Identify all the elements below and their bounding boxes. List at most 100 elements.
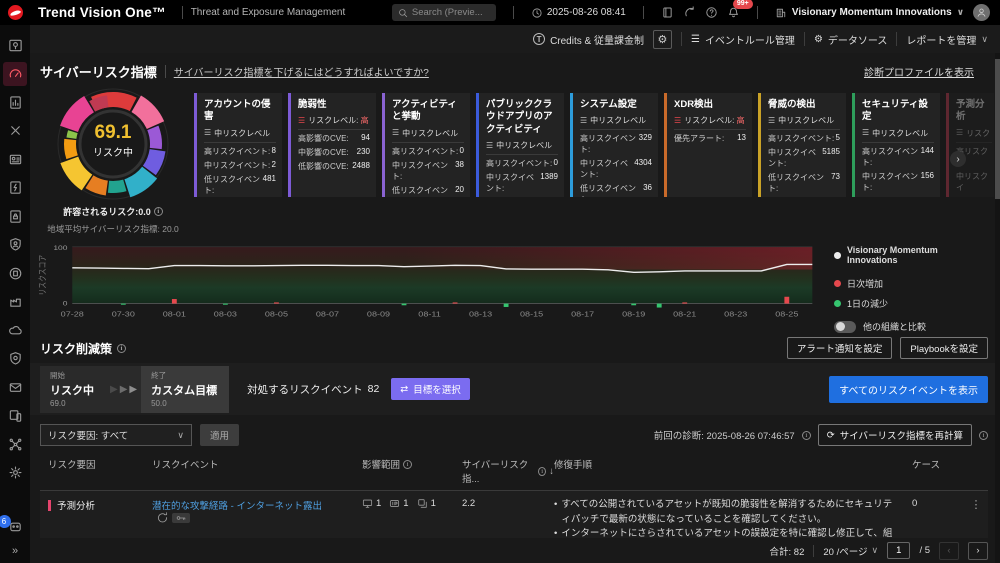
lower-risk-help-link[interactable]: サイバーリスク指標を下げるにはどうすればよいですか? xyxy=(174,64,429,79)
playbook-settings-button[interactable]: Playbookを設定 xyxy=(900,337,988,359)
credits-settings-button[interactable]: ⚙ xyxy=(653,30,672,49)
card-system-configuration[interactable]: システム設定 ☰中リスクレベル 高リスクイベント:329 中リスクイベント:43… xyxy=(570,93,658,197)
mesh-nodes-icon xyxy=(8,437,23,452)
nav-endpoint-security[interactable] xyxy=(3,347,27,371)
refresh-icon: ⟳ xyxy=(827,430,835,441)
risk-event-link[interactable]: 潜在的な攻撃経路 - インターネット露出 xyxy=(152,501,322,512)
factor-color-bar xyxy=(48,500,51,511)
attack-path-icon[interactable] xyxy=(157,512,168,523)
card-activity-behavior[interactable]: アクティビティと挙動 ☰中リスクレベル 高リスクイベント:0 中リスクイベント:… xyxy=(382,93,470,197)
nav-network[interactable] xyxy=(3,261,27,285)
help-icon xyxy=(705,6,718,19)
recalculate-button[interactable]: ⟳ サイバーリスク指標を再計算 xyxy=(818,424,972,446)
brand-title: Trend Vision One™ xyxy=(38,5,166,20)
alert-settings-button[interactable]: アラート通知を設定 xyxy=(787,337,893,359)
nav-service-mesh[interactable] xyxy=(3,432,27,456)
nav-zero-trust[interactable] xyxy=(3,233,27,257)
col-impact-scope[interactable]: 影響範囲 xyxy=(362,457,400,471)
search-input[interactable]: Search (Previe... xyxy=(392,4,496,21)
nav-xdr[interactable] xyxy=(3,119,27,143)
card-cloud-app-activity[interactable]: パブリッククラウドアプリのアクティビティ ☰中リスクレベル 高リスクイベント:0… xyxy=(476,93,564,197)
vertical-scrollbar[interactable] xyxy=(995,53,1000,563)
person-icon xyxy=(976,7,987,18)
support-button[interactable] xyxy=(683,6,696,19)
apply-filter-button[interactable]: 適用 xyxy=(200,424,239,446)
decrease-series-label: 1日の減少 xyxy=(847,297,888,310)
card-xdr-detection[interactable]: XDR検出 ☰リスクレベル: 高 優先アラート:13 xyxy=(664,93,752,197)
scrollbar-thumb[interactable] xyxy=(995,59,1000,199)
release-notes-button[interactable] xyxy=(661,6,674,19)
per-page-select[interactable]: 20 /ページ ∨ xyxy=(823,544,878,558)
info-icon[interactable] xyxy=(802,431,811,440)
card-account-compromise[interactable]: アカウントの侵害 ☰中リスクレベル 高リスクイベント:8 中リスクイベント:2 … xyxy=(194,93,282,197)
notifications-button[interactable]: 99+ xyxy=(727,6,740,19)
clock-icon xyxy=(531,7,543,19)
info-icon[interactable] xyxy=(403,460,412,469)
info-icon[interactable] xyxy=(538,467,546,476)
mitigation-title: リスク削減策 xyxy=(40,340,112,357)
info-icon[interactable] xyxy=(154,207,163,216)
scan-profile-link[interactable]: 診断プロファイルを表示 xyxy=(864,64,974,79)
nav-risk-index-active[interactable] xyxy=(3,62,27,86)
next-page-button[interactable]: › xyxy=(968,542,988,560)
manage-reports-button[interactable]: レポートを管理 ∨ xyxy=(906,32,988,47)
col-risk-score[interactable]: サイバーリスク指... xyxy=(462,457,535,485)
svg-text:08-01: 08-01 xyxy=(163,310,187,318)
risk-level: リスク中 xyxy=(54,144,172,159)
assistant-count-badge: 6 xyxy=(0,515,11,528)
col-risk-event[interactable]: リスクイベント xyxy=(152,457,219,471)
select-goal-button[interactable]: ⇄ 目標を選択 xyxy=(391,378,469,400)
user-avatar[interactable] xyxy=(973,4,990,21)
nav-settings[interactable] xyxy=(3,461,27,485)
card-vulnerabilities[interactable]: 脆弱性 ☰リスクレベル: 高 高影響のCVE:94 中影響のCVE:230 低影… xyxy=(288,93,376,197)
credits-button[interactable]: T Credits & 従量課金制 xyxy=(533,32,644,47)
event-rules-button[interactable]: ☰ イベントルール管理 xyxy=(691,32,795,47)
risk-factor-cards: アカウントの侵害 ☰中リスクレベル 高リスクイベント:8 中リスクイベント:2 … xyxy=(186,87,994,237)
risk-trend-chart[interactable]: 1000リスクスコア07-2807-3008-0108-0308-0508-07… xyxy=(36,239,822,329)
nav-mobile-security[interactable] xyxy=(3,404,27,428)
nav-attack-surface[interactable] xyxy=(3,33,27,57)
data-sources-button[interactable]: ⚙ データソース xyxy=(814,32,887,47)
search-placeholder: Search (Previe... xyxy=(412,7,483,18)
nav-identity[interactable] xyxy=(3,147,27,171)
trend-micro-logo-icon xyxy=(8,5,23,20)
left-nav: 6 » xyxy=(0,25,30,563)
card-predictive-analytics[interactable]: 予測分析 ☰リスク 高リスクイ 中リスクイ 低リスク xyxy=(946,93,994,197)
risk-factor-filter-select[interactable]: リスク要因: すべて ∨ xyxy=(40,424,192,446)
assistant-button[interactable]: 6 xyxy=(8,519,23,539)
nav-automation[interactable] xyxy=(3,176,27,200)
nav-ot-security[interactable] xyxy=(3,290,27,314)
event-rules-label: イベントルール管理 xyxy=(705,32,795,47)
tenant-selector[interactable]: Visionary Momentum Innovations ∨ xyxy=(775,7,964,19)
gear-icon: ⚙ xyxy=(814,34,823,45)
card-security-configuration[interactable]: セキュリティ設定 ☰中リスクレベル 高リスクイベント:144 中リスクイベント:… xyxy=(852,93,940,197)
nav-policy[interactable] xyxy=(3,204,27,228)
prev-page-button[interactable]: ‹ xyxy=(939,542,959,560)
sidebar-expand-button[interactable]: » xyxy=(12,545,18,557)
cloud-icon xyxy=(8,323,23,338)
compare-orgs-toggle[interactable] xyxy=(834,321,856,333)
show-all-risk-events-button[interactable]: すべてのリスクイベントを表示 xyxy=(829,376,988,403)
svg-text:リスクスコア: リスクスコア xyxy=(38,255,48,296)
svg-text:100: 100 xyxy=(53,244,67,252)
nav-cloud-security[interactable] xyxy=(3,318,27,342)
col-remediation[interactable]: 修復手順 xyxy=(554,457,592,471)
cards-scroll-right-button[interactable]: › xyxy=(950,151,966,167)
help-button[interactable] xyxy=(705,6,718,19)
svg-text:08-17: 08-17 xyxy=(571,310,595,318)
risk-gauge[interactable]: 69.1 リスク中 xyxy=(54,87,172,201)
trend-micro-logo[interactable] xyxy=(0,5,30,20)
nav-reports[interactable] xyxy=(3,90,27,114)
total-count: 合計: 82 xyxy=(770,544,805,558)
card-threat-detection[interactable]: 脅威の検出 ☰中リスクレベル 高リスクイベント:5 中リスクイベント:5185 … xyxy=(758,93,846,197)
current-page-input[interactable]: 1 xyxy=(887,542,910,559)
key-chip[interactable] xyxy=(172,513,190,523)
nav-email-security[interactable] xyxy=(3,375,27,399)
secondary-toolbar: T Credits & 従量課金制 ⚙ ☰ イベントルール管理 ⚙ データソース… xyxy=(30,25,1000,53)
info-icon[interactable] xyxy=(979,431,988,440)
col-cases[interactable]: ケース xyxy=(912,457,940,471)
mitigation-header: リスク削減策 アラート通知を設定 Playbookを設定 xyxy=(30,329,1000,363)
col-risk-factor[interactable]: リスク要因 xyxy=(48,457,96,471)
info-icon[interactable] xyxy=(117,344,126,353)
row-menu-button[interactable]: ⋮ xyxy=(964,498,988,511)
